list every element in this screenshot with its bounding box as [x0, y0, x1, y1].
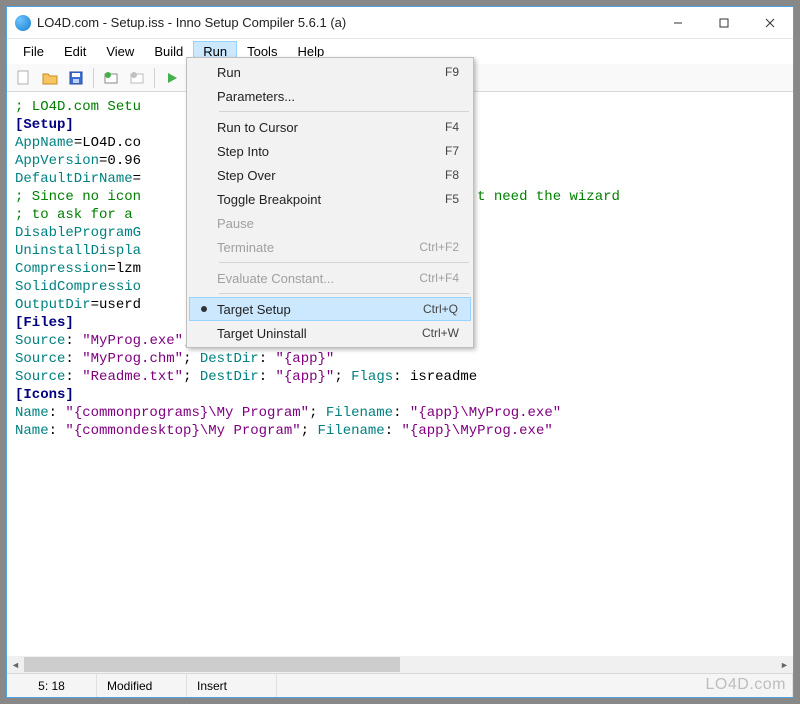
menuitem-label: Terminate [217, 240, 419, 255]
window-title: LO4D.com - Setup.iss - Inno Setup Compil… [37, 15, 655, 30]
status-modified: Modified [97, 674, 187, 697]
menuitem-terminate: TerminateCtrl+F2 [189, 235, 471, 259]
menuitem-evaluate-constant: Evaluate Constant...Ctrl+F4 [189, 266, 471, 290]
scroll-track[interactable] [24, 656, 776, 673]
menuitem-accel: Ctrl+F2 [419, 240, 459, 254]
maximize-button[interactable] [701, 7, 747, 39]
menuitem-accel: Ctrl+F4 [419, 271, 459, 285]
menuitem-toggle-breakpoint[interactable]: Toggle BreakpointF5 [189, 187, 471, 211]
compile-button[interactable] [100, 67, 122, 89]
toolbar-separator [93, 68, 94, 88]
menuitem-label: Evaluate Constant... [217, 271, 419, 286]
menuitem-run-to-cursor[interactable]: Run to CursorF4 [189, 115, 471, 139]
menuitem-accel: F7 [445, 144, 459, 158]
app-icon [15, 15, 31, 31]
menuitem-label: Run [217, 65, 445, 80]
menuitem-label: Pause [217, 216, 459, 231]
close-button[interactable] [747, 7, 793, 39]
status-cursor-pos: 5: 18 [7, 674, 97, 697]
new-file-button[interactable] [13, 67, 35, 89]
menu-file[interactable]: File [13, 41, 54, 62]
scroll-right-arrow[interactable]: ► [776, 656, 793, 673]
menu-view[interactable]: View [96, 41, 144, 62]
menuitem-parameters[interactable]: Parameters... [189, 84, 471, 108]
titlebar: LO4D.com - Setup.iss - Inno Setup Compil… [7, 7, 793, 39]
menuitem-label: Target Uninstall [217, 326, 422, 341]
menuitem-accel: F5 [445, 192, 459, 206]
menuitem-label: Run to Cursor [217, 120, 445, 135]
menuitem-target-setup[interactable]: Target SetupCtrl+Q [189, 297, 471, 321]
run-button[interactable] [161, 67, 183, 89]
menu-edit[interactable]: Edit [54, 41, 96, 62]
menuitem-label: Step Into [217, 144, 445, 159]
run-menu-dropdown: RunF9Parameters...Run to CursorF4Step In… [186, 57, 474, 348]
statusbar: 5: 18 Modified Insert [7, 673, 793, 697]
menuitem-target-uninstall[interactable]: Target UninstallCtrl+W [189, 321, 471, 345]
menuitem-accel: Ctrl+W [422, 326, 459, 340]
stop-button[interactable] [126, 67, 148, 89]
status-insert-mode: Insert [187, 674, 277, 697]
menuitem-pause: Pause [189, 211, 471, 235]
menuitem-accel: F4 [445, 120, 459, 134]
menuitem-label: Target Setup [217, 302, 423, 317]
menuitem-accel: Ctrl+Q [423, 302, 458, 316]
horizontal-scrollbar[interactable]: ◄ ► [7, 656, 793, 673]
menuitem-label: Parameters... [217, 89, 459, 104]
scroll-thumb[interactable] [24, 657, 400, 672]
scroll-left-arrow[interactable]: ◄ [7, 656, 24, 673]
open-file-button[interactable] [39, 67, 61, 89]
menuitem-label: Toggle Breakpoint [217, 192, 445, 207]
menuitem-step-over[interactable]: Step OverF8 [189, 163, 471, 187]
menuitem-step-into[interactable]: Step IntoF7 [189, 139, 471, 163]
menuitem-label: Step Over [217, 168, 445, 183]
menuitem-accel: F8 [445, 168, 459, 182]
menuitem-accel: F9 [445, 65, 459, 79]
minimize-button[interactable] [655, 7, 701, 39]
save-file-button[interactable] [65, 67, 87, 89]
watermark: LO4D.com [706, 676, 786, 694]
toolbar-separator [154, 68, 155, 88]
menuitem-run[interactable]: RunF9 [189, 60, 471, 84]
